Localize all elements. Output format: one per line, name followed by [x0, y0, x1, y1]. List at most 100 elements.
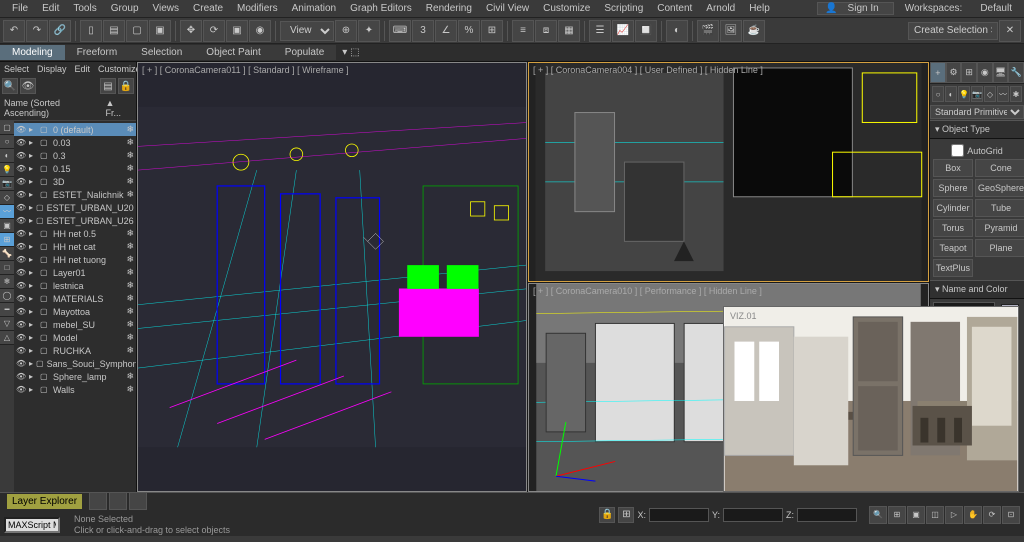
plane-button[interactable]: Plane	[975, 239, 1024, 257]
cone-button[interactable]: Cone	[975, 159, 1024, 177]
helpers-icon[interactable]: ◇	[984, 86, 996, 102]
pyramid-button[interactable]: Pyramid	[975, 219, 1024, 237]
freeze-icon[interactable]: ❄	[126, 176, 134, 187]
tree-item[interactable]: 👁▸▢Walls❄	[14, 383, 136, 396]
outliner-view-icon[interactable]: 👁	[20, 78, 36, 94]
expand-icon[interactable]: ▸	[29, 346, 37, 355]
maxscript-listener[interactable]	[4, 517, 60, 533]
utilities-tab[interactable]: 🔧	[1008, 62, 1024, 83]
mirror-button[interactable]: ⧈	[535, 20, 557, 42]
viewport-3-label[interactable]: [ + ] [ CoronaCamera010 ] [ Performance …	[533, 286, 762, 296]
outliner-lock-icon[interactable]: 🔒	[118, 78, 134, 94]
teapot-button[interactable]: Teapot	[933, 239, 973, 257]
tree-item[interactable]: 👁▸▢RUCHKA❄	[14, 344, 136, 357]
outliner-select[interactable]: Select	[4, 64, 29, 74]
expand-icon[interactable]: ▸	[29, 294, 37, 303]
selection-region-button[interactable]: ▢	[126, 20, 148, 42]
tree-item[interactable]: 👁▸▢lestnica❄	[14, 279, 136, 292]
filter-xrefs-icon[interactable]: ⊞	[0, 233, 14, 247]
freeze-icon[interactable]: ❄	[126, 384, 134, 395]
filter-groups-icon[interactable]: ▣	[0, 219, 14, 233]
x-coord-input[interactable]	[649, 508, 709, 522]
freeze-icon[interactable]: ❄	[126, 319, 134, 330]
spacewarps-icon[interactable]: 〰	[997, 86, 1009, 102]
spinner-snap-button[interactable]: ⊞	[481, 20, 503, 42]
freeze-icon[interactable]: ❄	[126, 228, 134, 239]
expand-icon[interactable]: ▸	[29, 177, 37, 186]
select-object-button[interactable]: ▯	[80, 20, 102, 42]
select-move-button[interactable]: ✥	[180, 20, 202, 42]
menu-views[interactable]: Views	[146, 3, 187, 14]
redo-button[interactable]: ↷	[26, 20, 48, 42]
undo-button[interactable]: ↶	[3, 20, 25, 42]
schematic-view-button[interactable]: 🔲	[635, 20, 657, 42]
rendered-frame-button[interactable]: 🖼	[720, 20, 742, 42]
visibility-icon[interactable]: 👁	[16, 229, 26, 238]
outliner-display[interactable]: Display	[37, 64, 67, 74]
expand-icon[interactable]: ▸	[29, 164, 37, 173]
tree-item[interactable]: 👁▸▢0 (default)❄	[14, 123, 136, 136]
menu-scripting[interactable]: Scripting	[597, 3, 650, 14]
menu-customize[interactable]: Customize	[536, 3, 597, 14]
signin-button[interactable]: 👤 Sign In	[817, 2, 893, 15]
select-by-name-button[interactable]: ▤	[103, 20, 125, 42]
filter-helpers-icon[interactable]: ◇	[0, 191, 14, 205]
sphere-button[interactable]: Sphere	[933, 179, 973, 197]
tree-item[interactable]: 👁▸▢Mayottoa❄	[14, 305, 136, 318]
freeze-icon[interactable]: ❄	[126, 332, 134, 343]
hierarchy-tab[interactable]: ⊞	[961, 62, 977, 83]
tree-item[interactable]: 👁▸▢Layer01❄	[14, 266, 136, 279]
modify-tab[interactable]: ⚙	[946, 62, 962, 83]
tree-item[interactable]: 👁▸▢3D❄	[14, 175, 136, 188]
visibility-icon[interactable]: 👁	[16, 307, 26, 316]
create-tab[interactable]: +	[930, 62, 946, 83]
menu-modifiers[interactable]: Modifiers	[230, 3, 285, 14]
cameras-icon[interactable]: 📷	[971, 86, 983, 102]
box-button[interactable]: Box	[933, 159, 973, 177]
menu-graph-editors[interactable]: Graph Editors	[343, 3, 419, 14]
center-pivot-button[interactable]: ⊕	[335, 20, 357, 42]
freeze-icon[interactable]: ❄	[126, 306, 134, 317]
visibility-icon[interactable]: 👁	[16, 281, 26, 290]
textplus-button[interactable]: TextPlus	[933, 259, 973, 277]
zoom-all-button[interactable]: ⊞	[888, 506, 906, 524]
selection-lock-icon[interactable]: ⊞	[618, 507, 634, 523]
expand-icon[interactable]: ▸	[29, 216, 33, 225]
visibility-icon[interactable]: 👁	[16, 151, 26, 160]
menu-group[interactable]: Group	[104, 3, 146, 14]
cylinder-button[interactable]: Cylinder	[933, 199, 973, 217]
filter-collapse-icon[interactable]: △	[0, 331, 14, 345]
visibility-icon[interactable]: 👁	[16, 346, 26, 355]
freeze-icon[interactable]: ❄	[126, 254, 134, 265]
ribbon-modeling[interactable]: Modeling	[0, 45, 65, 60]
shapes-icon[interactable]: ◐	[945, 86, 957, 102]
outliner-tree[interactable]: 👁▸▢0 (default)❄👁▸▢0.03❄👁▸▢0.3❄👁▸▢0.15❄👁▸…	[14, 121, 136, 492]
expand-icon[interactable]: ▸	[29, 242, 37, 251]
filter-lights-icon[interactable]: 💡	[0, 163, 14, 177]
name-color-rollout[interactable]: ▾ Name and Color	[930, 280, 1024, 299]
visibility-icon[interactable]: 👁	[16, 125, 26, 134]
freeze-icon[interactable]: ❄	[126, 241, 134, 252]
freeze-icon[interactable]: ❄	[126, 150, 134, 161]
z-coord-input[interactable]	[797, 508, 857, 522]
visibility-icon[interactable]: 👁	[16, 177, 26, 186]
sort-column-header[interactable]: Name (Sorted Ascending)	[4, 98, 105, 118]
visibility-icon[interactable]: 👁	[16, 255, 26, 264]
ribbon-object-paint[interactable]: Object Paint	[194, 45, 272, 60]
freeze-icon[interactable]: ❄	[126, 124, 134, 135]
visibility-icon[interactable]: 👁	[16, 216, 26, 225]
tree-item[interactable]: 👁▸▢HH net cat❄	[14, 240, 136, 253]
expand-icon[interactable]: ▸	[29, 268, 37, 277]
close-button[interactable]: ✕	[999, 20, 1021, 42]
viewport-2-label[interactable]: [ + ] [ CoronaCamera011 ] [ Standard ] […	[142, 65, 349, 75]
keyboard-shortcut-button[interactable]: ⌨	[389, 20, 411, 42]
tree-item[interactable]: 👁▸▢Model❄	[14, 331, 136, 344]
torus-button[interactable]: Torus	[933, 219, 973, 237]
tree-item[interactable]: 👁▸▢0.15❄	[14, 162, 136, 175]
layer-explorer-button[interactable]: ☰	[589, 20, 611, 42]
expand-icon[interactable]: ▸	[29, 385, 37, 394]
pan-button[interactable]: ✋	[964, 506, 982, 524]
expand-icon[interactable]: ▸	[29, 359, 33, 368]
tree-item[interactable]: 👁▸▢HH net 0.5❄	[14, 227, 136, 240]
menu-file[interactable]: File	[5, 3, 35, 14]
